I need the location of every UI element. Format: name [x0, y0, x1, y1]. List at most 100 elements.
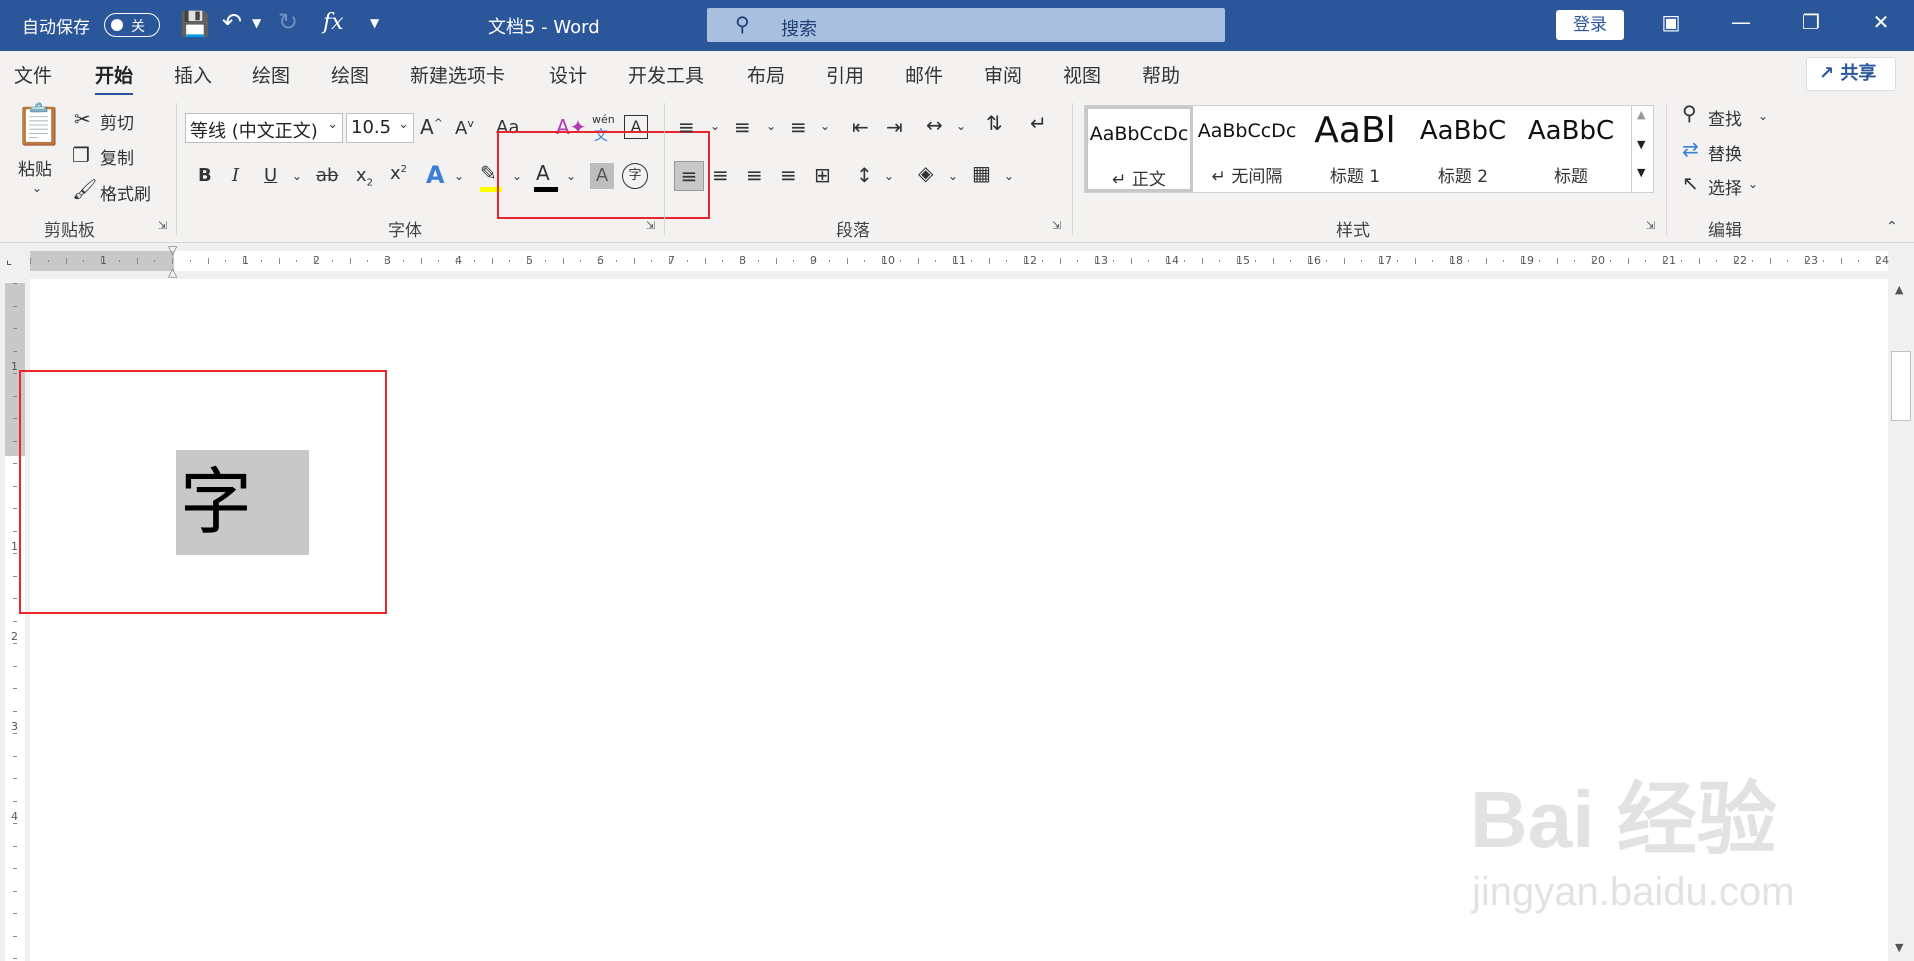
underline-icon[interactable]: U: [264, 165, 277, 186]
font-size-combo[interactable]: 10.5 ⌄: [346, 113, 414, 143]
text-effects-icon[interactable]: A: [426, 161, 445, 189]
autosave-toggle[interactable]: 关: [104, 13, 160, 37]
paste-dropdown-icon[interactable]: ⌄: [32, 181, 42, 195]
redo-icon[interactable]: ↻: [278, 8, 298, 36]
find-icon[interactable]: ⚲: [1682, 101, 1697, 125]
borders-dropdown-icon[interactable]: ⌄: [1004, 169, 1014, 183]
first-line-indent-marker-icon[interactable]: ▽: [168, 243, 177, 257]
cut-label[interactable]: 剪切: [100, 109, 134, 134]
scroll-up-icon[interactable]: ▲: [1895, 283, 1903, 296]
customize-qat-icon[interactable]: ▼: [370, 16, 379, 30]
style-no-spacing[interactable]: AaBbCcDc ↵ 无间隔: [1193, 106, 1301, 192]
collapse-ribbon-icon[interactable]: ⌃: [1886, 219, 1898, 235]
copy-label[interactable]: 复制: [100, 144, 134, 169]
align-right-icon[interactable]: ≡: [746, 163, 763, 187]
tab-layout[interactable]: 布局: [747, 61, 785, 88]
align-center-icon[interactable]: ≡: [712, 163, 729, 187]
line-spacing-dropdown-icon[interactable]: ⌄: [884, 169, 894, 183]
tab-file[interactable]: 文件: [14, 61, 52, 88]
style-title[interactable]: AaBbC 标题: [1517, 106, 1625, 192]
underline-dropdown-icon[interactable]: ⌄: [292, 169, 302, 183]
highlight-icon[interactable]: ✎: [480, 161, 497, 185]
style-normal[interactable]: AaBbCcDc ↵ 正文: [1085, 106, 1193, 192]
fx-icon[interactable]: fx: [323, 10, 344, 35]
find-label[interactable]: 查找: [1708, 105, 1742, 130]
increase-indent-icon[interactable]: ⇥: [886, 115, 903, 139]
vertical-scrollbar[interactable]: ▲ ▼: [1888, 279, 1914, 961]
tab-new-tab[interactable]: 新建选项卡: [410, 61, 505, 88]
bold-icon[interactable]: B: [198, 165, 212, 186]
restore-icon[interactable]: ❐: [1794, 10, 1828, 40]
chinese-layout-icon[interactable]: ↔: [926, 113, 943, 137]
distributed-icon[interactable]: ⊞: [814, 163, 831, 187]
replace-icon[interactable]: ⇄: [1682, 137, 1699, 161]
clipboard-launcher-icon[interactable]: ⇲: [158, 219, 167, 232]
shading-icon[interactable]: ◈: [918, 161, 933, 185]
search-box[interactable]: ⚲ 搜索: [707, 8, 1225, 42]
format-painter-label[interactable]: 格式刷: [100, 180, 151, 205]
numbering-icon[interactable]: ≡: [734, 115, 751, 139]
justify-icon[interactable]: ≡: [780, 163, 797, 187]
font-name-combo[interactable]: 等线 (中文正文) ⌄: [185, 113, 343, 143]
chevron-up-icon[interactable]: ▲: [1637, 108, 1645, 121]
chevron-down-icon[interactable]: ▼: [1637, 138, 1645, 151]
strikethrough-icon[interactable]: ab: [316, 165, 338, 186]
select-icon[interactable]: ↖: [1682, 171, 1699, 195]
bullets-dropdown-icon[interactable]: ⌄: [710, 119, 720, 133]
style-heading-2[interactable]: AaBbC 标题 2: [1409, 106, 1517, 192]
tab-insert[interactable]: 插入: [174, 61, 212, 88]
copy-icon[interactable]: ❐: [72, 143, 90, 167]
paste-icon[interactable]: 📋: [14, 101, 64, 148]
tab-developer[interactable]: 开发工具: [628, 61, 704, 88]
undo-dropdown-icon[interactable]: ▼: [252, 16, 261, 30]
tab-review[interactable]: 审阅: [984, 61, 1022, 88]
borders-icon[interactable]: ▦: [972, 161, 991, 185]
multilevel-dropdown-icon[interactable]: ⌄: [820, 119, 830, 133]
multilevel-list-icon[interactable]: ≡: [790, 115, 807, 139]
align-left-icon[interactable]: ≡: [674, 161, 704, 191]
find-dropdown-icon[interactable]: ⌄: [1758, 109, 1768, 123]
decrease-indent-icon[interactable]: ⇤: [852, 115, 869, 139]
numbering-dropdown-icon[interactable]: ⌄: [766, 119, 776, 133]
font-launcher-icon[interactable]: ⇲: [646, 219, 655, 232]
shrink-font-icon[interactable]: Av: [455, 117, 474, 139]
tab-help[interactable]: 帮助: [1142, 61, 1180, 88]
tab-draw[interactable]: 绘图: [252, 61, 290, 88]
tab-draw-2[interactable]: 绘图: [331, 61, 369, 88]
format-painter-icon[interactable]: 🖌: [72, 177, 97, 201]
minimize-icon[interactable]: —: [1724, 10, 1758, 40]
chinese-layout-dropdown-icon[interactable]: ⌄: [956, 119, 966, 133]
styles-launcher-icon[interactable]: ⇲: [1646, 219, 1655, 232]
shading-dropdown-icon[interactable]: ⌄: [948, 169, 958, 183]
paste-label[interactable]: 粘贴: [18, 155, 52, 180]
tab-mailings[interactable]: 邮件: [905, 61, 943, 88]
share-button[interactable]: ↗ 共享: [1806, 57, 1896, 91]
tab-home[interactable]: 开始: [95, 61, 134, 96]
grow-font-icon[interactable]: A^: [420, 115, 443, 139]
scroll-down-icon[interactable]: ▼: [1895, 941, 1903, 954]
sort-icon[interactable]: ⇅: [986, 111, 1003, 135]
undo-icon[interactable]: ↶: [222, 8, 242, 36]
select-dropdown-icon[interactable]: ⌄: [1748, 177, 1758, 191]
text-effects-dropdown-icon[interactable]: ⌄: [454, 169, 464, 183]
superscript-icon[interactable]: x2: [390, 163, 407, 184]
cut-icon[interactable]: ✂: [74, 107, 91, 131]
tab-design[interactable]: 设计: [549, 61, 587, 88]
more-styles-icon[interactable]: ▼: [1637, 166, 1645, 179]
login-button[interactable]: 登录: [1556, 10, 1624, 40]
italic-icon[interactable]: I: [232, 165, 239, 186]
paragraph-launcher-icon[interactable]: ⇲: [1052, 219, 1061, 232]
tab-view[interactable]: 视图: [1063, 61, 1101, 88]
bullets-icon[interactable]: ≡: [678, 115, 695, 139]
show-marks-icon[interactable]: ↵: [1030, 111, 1047, 135]
hanging-indent-marker-icon[interactable]: △: [168, 265, 177, 279]
scroll-thumb[interactable]: [1891, 351, 1911, 421]
line-spacing-icon[interactable]: ↕: [856, 163, 873, 187]
tab-references[interactable]: 引用: [826, 61, 864, 88]
close-icon[interactable]: ✕: [1864, 10, 1898, 40]
ribbon-display-icon[interactable]: ▣: [1654, 10, 1688, 40]
style-heading-1[interactable]: AaBl 标题 1: [1301, 106, 1409, 192]
replace-label[interactable]: 替换: [1708, 140, 1742, 165]
save-icon[interactable]: 💾: [180, 10, 210, 38]
tab-stop-selector-icon[interactable]: ⌞: [6, 253, 12, 268]
